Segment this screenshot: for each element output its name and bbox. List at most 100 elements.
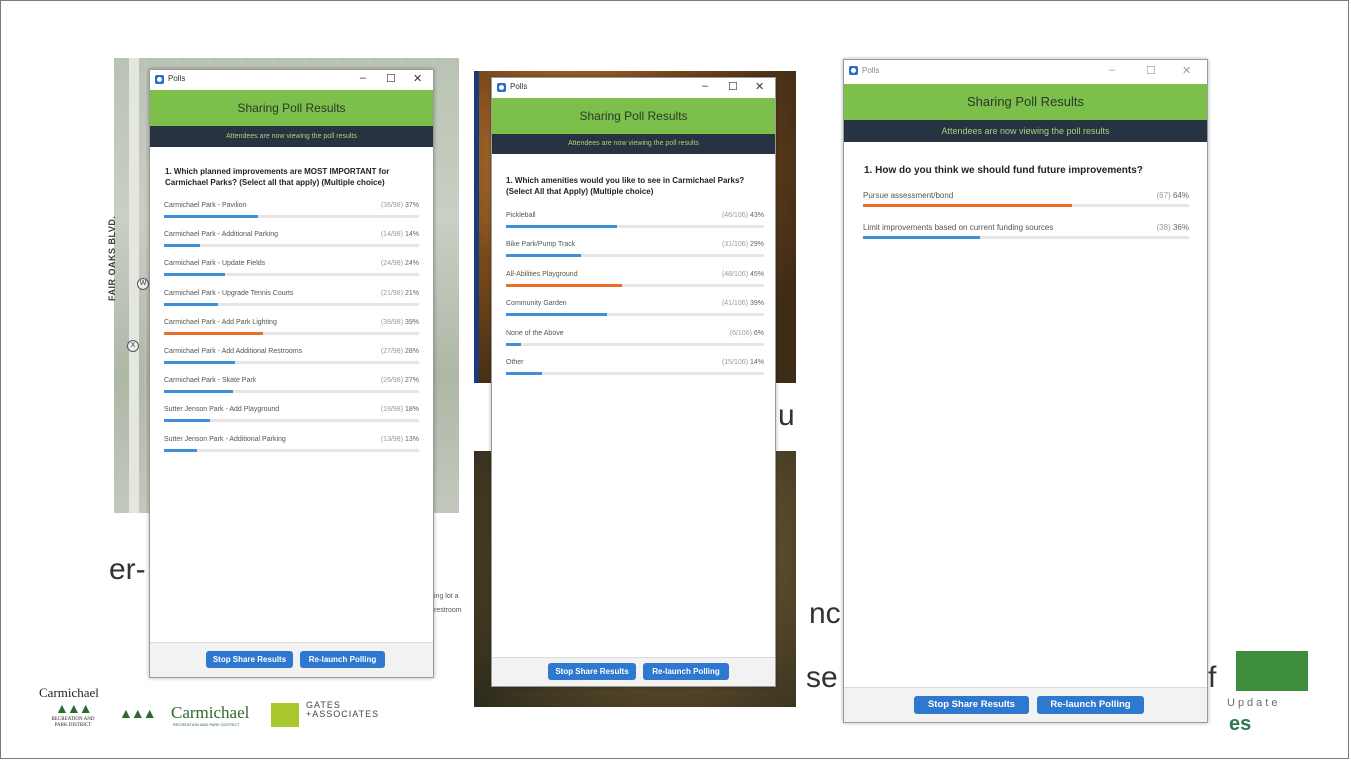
poll-option-percent: 14%: [404, 231, 419, 239]
carmichael-logo-subtitle: RECREATION AND PARK DISTRICT: [51, 717, 95, 728]
poll-result-item: Limit improvements based on current fund…: [863, 223, 1189, 241]
zoom-polls-icon: [155, 75, 164, 84]
poll-result-item: All-Abilities Playground (48/106) 45%: [506, 271, 764, 289]
poll-option-count: (21/98): [380, 289, 404, 297]
poll-option-count: (13/98): [380, 435, 404, 443]
maximize-icon[interactable]: ☐: [728, 80, 738, 93]
poll-result-bar-track: [863, 236, 1189, 239]
poll-option-result: (27/98) 28%: [381, 348, 419, 355]
poll-option-label: Carmichael Park - Skate Park: [164, 377, 257, 385]
maximize-icon[interactable]: ☐: [386, 72, 396, 85]
slide-text-fragment-u: u: [778, 399, 795, 432]
poll-result-item: Carmichael Park - Pavilion (36/98) 37%: [164, 202, 419, 220]
update-logo-text: Update: [1227, 697, 1281, 709]
poll-option-count: (6/106): [729, 329, 752, 337]
slide-small-fragment-2: restroom: [434, 607, 462, 614]
poll-result-bar-fill: [164, 390, 233, 394]
poll-option-label: Limit improvements based on current fund…: [863, 223, 1054, 232]
poll-result-item: None of the Above (6/106) 6%: [506, 330, 764, 348]
poll-option-label: Pursue assessment/bond: [863, 191, 954, 200]
carmichael-script-subtitle: RECREATION AND PARK DISTRICT: [173, 722, 240, 727]
poll-result-bar-fill: [164, 215, 259, 218]
poll-option-percent: 21%: [404, 289, 419, 297]
window-titlebar: Polls – ☐ ✕: [150, 70, 433, 90]
poll-option-result: (38) 36%: [1157, 223, 1189, 232]
poll-result-bar-fill: [164, 244, 200, 248]
poll-result-bar-track: [506, 283, 764, 287]
minimize-icon[interactable]: –: [1109, 64, 1115, 76]
poll-result-item: Carmichael Park - Add Additional Restroo…: [164, 348, 419, 366]
poll-result-bar-fill: [506, 254, 581, 258]
poll-option-percent: 14%: [749, 359, 764, 366]
close-icon[interactable]: ✕: [755, 80, 764, 93]
poll-option-count: (36/98): [380, 202, 404, 209]
poll-result-item: Community Garden (41/106) 39%: [506, 300, 764, 318]
poll-option-label: All-Abilities Playground: [506, 270, 578, 278]
minimize-icon[interactable]: –: [360, 72, 366, 84]
relaunch-polling-button[interactable]: Re-launch Polling: [643, 663, 729, 680]
minimize-icon[interactable]: –: [702, 80, 708, 92]
poll-option-label: Pickleball: [506, 212, 536, 219]
poll-option-percent: 29%: [749, 241, 764, 249]
poll-option-count: (46/106): [721, 212, 749, 219]
poll-option-result: (67) 64%: [1157, 191, 1189, 200]
poll-option-result: (13/98) 13%: [381, 436, 419, 443]
poll-option-result: (14/98) 14%: [381, 231, 419, 238]
stop-share-results-button[interactable]: Stop Share Results: [914, 696, 1029, 714]
zoom-polls-icon: [849, 66, 858, 75]
slide-text-fragment-er: er-: [109, 553, 146, 586]
relaunch-polling-button[interactable]: Re-launch Polling: [300, 651, 385, 668]
tree-logo-icon: ▲▲▲: [55, 700, 93, 716]
relaunch-polling-button[interactable]: Re-launch Polling: [1037, 696, 1144, 714]
poll-option-percent: 39%: [404, 318, 419, 326]
poll-option-percent: 6%: [753, 329, 764, 337]
poll-result-bar-track: [506, 313, 764, 317]
poll-footer: Stop Share Results Re-launch Polling: [150, 642, 433, 677]
slide-small-fragment-1: ing lot a: [434, 593, 459, 600]
poll-window-3: Polls – ☐ ✕ Sharing Poll Results Attende…: [843, 59, 1208, 723]
carmichael-script-logo: Carmichael: [171, 703, 250, 722]
poll-question: 1. How do you think we should fund futur…: [864, 165, 1143, 176]
maximize-icon[interactable]: ☐: [1146, 64, 1156, 77]
poll-result-item: Carmichael Park - Add Park Lighting (38/9…: [164, 319, 419, 337]
poll-option-count: (38): [1156, 223, 1171, 232]
poll-option-label: Other: [506, 359, 524, 366]
poll-option-count: (41/106): [721, 300, 749, 308]
slide-text-fragment-nc: nc: [809, 597, 841, 630]
window-title: Polls: [862, 66, 880, 75]
poll-result-bar-track: [164, 448, 419, 452]
poll-option-percent: 45%: [749, 270, 764, 278]
poll-option-label: Carmichael Park - Upgrade Tennis Courts: [164, 289, 294, 297]
poll-option-percent: 36%: [1172, 223, 1189, 232]
poll-option-label: Sutter Jenson Park - Add Playground: [164, 406, 280, 414]
poll-header: Sharing Poll Results: [492, 98, 775, 134]
poll-result-bar-track: [506, 342, 764, 346]
poll-option-label: Carmichael Park - Add Additional Restroo…: [164, 348, 303, 355]
poll-result-bar-fill: [164, 331, 264, 335]
poll-result-item: Sutter Jenson Park - Additional Parking (…: [164, 436, 419, 454]
poll-option-count: (14/98): [380, 231, 404, 239]
poll-option-result: (41/106) 39%: [722, 300, 764, 307]
poll-result-bar-fill: [506, 283, 623, 287]
poll-option-result: (46/106) 43%: [722, 212, 764, 219]
poll-option-count: (24/98): [380, 260, 404, 268]
poll-result-bar-track: [164, 302, 419, 306]
poll-option-result: (24/98) 24%: [381, 260, 419, 267]
stop-share-results-button[interactable]: Stop Share Results: [206, 651, 293, 668]
poll-option-result: (6/106) 6%: [730, 330, 764, 337]
close-icon[interactable]: ✕: [413, 72, 422, 85]
poll-window-1: Polls – ☐ ✕ Sharing Poll Results Attende…: [149, 69, 434, 678]
poll-result-bar-track: [164, 244, 419, 248]
stop-share-results-button[interactable]: Stop Share Results: [548, 663, 636, 680]
poll-option-result: (31/106) 29%: [722, 241, 764, 248]
slide-text-fragment-es: es: [1229, 713, 1252, 735]
close-icon[interactable]: ✕: [1182, 64, 1191, 77]
poll-result-bar-track: [506, 225, 764, 228]
poll-option-count: (31/106): [721, 241, 749, 249]
poll-result-bar-fill: [506, 225, 617, 228]
poll-result-item: Other (15/106) 14%: [506, 359, 764, 377]
poll-option-result: (18/98) 18%: [381, 406, 419, 413]
poll-question: 1. Which planned improvements are MOST I…: [165, 167, 390, 187]
map-marker-x: X: [127, 340, 139, 352]
slide-text-fragment-se: se: [806, 661, 838, 694]
